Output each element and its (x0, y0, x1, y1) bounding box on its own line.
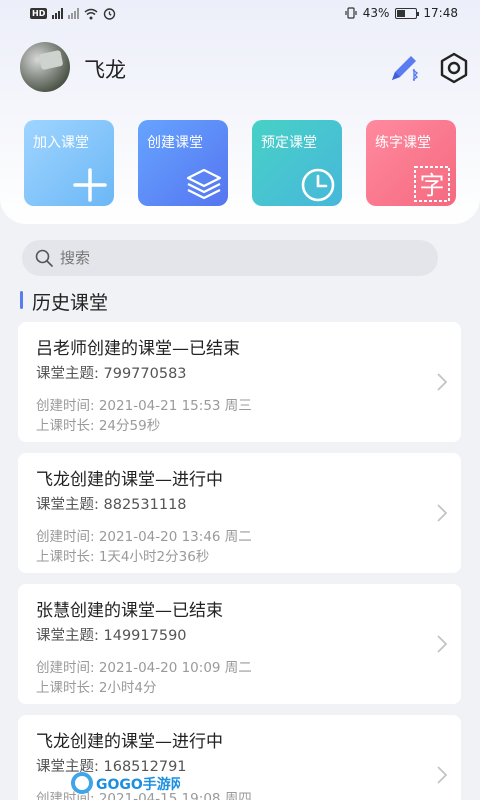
chevron-right-icon (437, 766, 448, 784)
character-icon: 字 (414, 166, 450, 202)
section-accent-bar (20, 291, 23, 309)
card-topic: 课堂主题: 882531118 (36, 497, 187, 513)
join-class-tile[interactable]: 加入课堂 (24, 120, 114, 206)
card-title: 吕老师创建的课堂—已结束 (36, 339, 240, 359)
tile-label: 加入课堂 (33, 135, 89, 151)
create-class-tile[interactable]: 创建课堂 (138, 120, 228, 206)
header: 飞龙 (0, 40, 480, 96)
card-duration: 上课时长: 24分59秒 (36, 418, 161, 434)
alarm-icon (104, 8, 116, 20)
history-card[interactable]: 吕老师创建的课堂—已结束 课堂主题: 799770583 创建时间: 2021-… (18, 322, 461, 442)
battery-percent: 43% (362, 6, 390, 20)
card-title: 张慧创建的课堂—已结束 (36, 601, 223, 621)
tile-label: 创建课堂 (147, 135, 203, 151)
card-duration: 上课时长: 1天4小时2分36秒 (36, 549, 210, 565)
card-title: 飞龙创建的课堂—进行中 (36, 732, 223, 752)
section-title: 历史课堂 (32, 292, 109, 314)
signal-icon-2 (68, 8, 80, 19)
card-created-time: 创建时间: 2021-04-20 13:46 周二 (36, 529, 252, 545)
plus-icon (73, 168, 107, 202)
card-created-time: 创建时间: 2021-04-20 10:09 周二 (36, 660, 252, 676)
chevron-right-icon (437, 373, 448, 391)
card-title: 飞龙创建的课堂—进行中 (36, 470, 223, 490)
card-topic: 课堂主题: 149917590 (36, 628, 187, 644)
avatar[interactable] (20, 42, 70, 92)
chevron-right-icon (437, 635, 448, 653)
vibrate-icon (345, 7, 357, 19)
search-bar[interactable] (22, 240, 438, 276)
card-topic: 课堂主题: 799770583 (36, 366, 187, 382)
card-created-time: 创建时间: 2021-04-21 15:53 周三 (36, 398, 252, 414)
practice-class-tile[interactable]: 练字课堂 字 (366, 120, 456, 206)
watermark-logo: GOGO手游网 (70, 768, 185, 798)
clock-icon (301, 168, 335, 202)
quick-actions: 加入课堂 创建课堂 预定课堂 练字课堂 字 (0, 120, 480, 208)
hd-badge: HD (30, 8, 48, 19)
search-icon (35, 249, 53, 267)
bluetooth-pen-icon[interactable] (386, 50, 422, 86)
layers-icon (186, 168, 222, 200)
tile-label: 预定课堂 (261, 135, 317, 151)
settings-icon[interactable] (436, 50, 472, 86)
search-input[interactable] (60, 240, 420, 276)
battery-icon (395, 7, 420, 19)
clock-time: 17:48 (423, 6, 458, 20)
tile-label: 练字课堂 (375, 135, 431, 151)
wifi-icon (84, 8, 98, 19)
schedule-class-tile[interactable]: 预定课堂 (252, 120, 342, 206)
history-card[interactable]: 飞龙创建的课堂—进行中 课堂主题: 882531118 创建时间: 2021-0… (18, 453, 461, 573)
status-bar: HD 43% 17:48 (0, 0, 480, 28)
watermark-text: GOGO手游网 (96, 776, 180, 793)
history-card[interactable]: 张慧创建的课堂—已结束 课堂主题: 149917590 创建时间: 2021-0… (18, 584, 461, 704)
user-name: 飞龙 (84, 58, 126, 82)
chevron-right-icon (437, 504, 448, 522)
signal-icon (52, 8, 64, 19)
character-glyph: 字 (419, 171, 444, 200)
card-duration: 上课时长: 2小时4分 (36, 680, 157, 696)
